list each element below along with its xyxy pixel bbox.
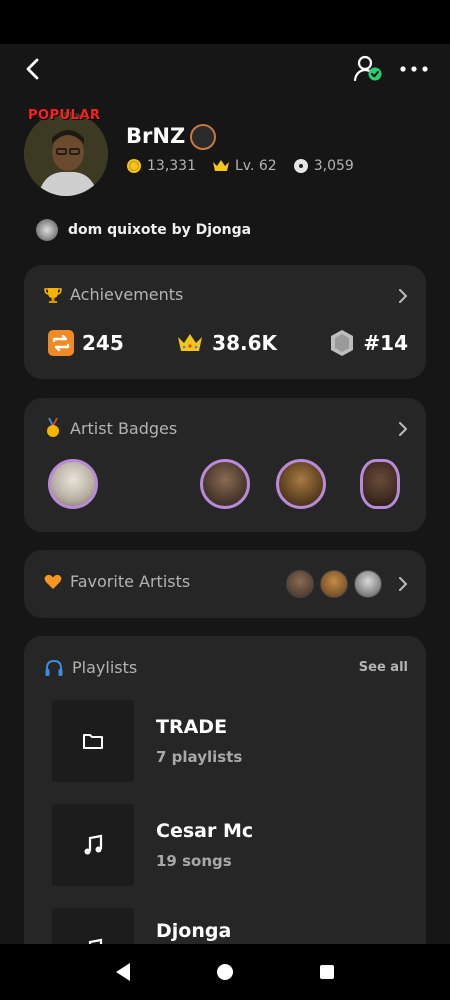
avatar-photo xyxy=(24,112,108,196)
back-button[interactable] xyxy=(18,54,48,84)
artist-avatar-icon xyxy=(190,124,216,150)
nav-back-button[interactable] xyxy=(103,952,143,992)
playlist-thumbnail xyxy=(52,804,134,886)
rank-shield-icon xyxy=(331,330,354,356)
profile-avatar-wrap[interactable] xyxy=(24,112,108,196)
popular-badge: POPULAR xyxy=(28,108,101,123)
user-check-icon xyxy=(353,55,382,82)
level-stat: Lv. 62 xyxy=(212,158,277,174)
coins-value: 13,331 xyxy=(147,158,196,174)
artist-badges-header: Artist Badges xyxy=(44,418,177,438)
artist-badges-list xyxy=(48,459,426,511)
achievements-stats: 245 38.6K #14 xyxy=(48,329,408,357)
medal-icon xyxy=(47,418,59,437)
avatar xyxy=(24,112,108,196)
crowns-value: 38.6K xyxy=(212,331,277,355)
favorite-artist-avatar[interactable] xyxy=(354,570,382,598)
nav-home-button[interactable] xyxy=(205,952,245,992)
username: BrNZ xyxy=(126,124,186,148)
chevron-right-icon[interactable] xyxy=(396,289,410,303)
profile-stats: 13,331 Lv. 62 3,059 xyxy=(126,158,354,174)
following-button[interactable] xyxy=(352,54,384,84)
achievements-header: Achievements xyxy=(44,285,183,304)
playlist-item[interactable]: Djonga xyxy=(52,908,392,944)
playlist-thumbnail xyxy=(52,700,134,782)
artist-badges-card[interactable]: Artist Badges xyxy=(24,398,426,532)
repeat-value: 245 xyxy=(82,331,124,355)
playlists-card: Playlists See all TRADE 7 playlists Cesa… xyxy=(24,636,426,944)
now-playing[interactable]: dom quixote by Djonga xyxy=(36,219,251,241)
artist-badges-title: Artist Badges xyxy=(70,418,178,438)
repeat-icon xyxy=(48,330,74,356)
crown-icon xyxy=(213,160,229,171)
artist-badge[interactable] xyxy=(360,459,400,509)
square-recents-icon xyxy=(320,965,334,979)
playlist-subtitle: 19 songs xyxy=(156,852,232,870)
top-bar xyxy=(0,44,450,92)
level-value: Lv. 62 xyxy=(235,158,277,174)
playlist-title: Djonga xyxy=(156,920,232,942)
favorite-artists-title: Favorite Artists xyxy=(70,572,191,591)
playlists-header: Playlists xyxy=(44,658,137,677)
playlist-thumbnail xyxy=(52,908,134,944)
favorite-artist-avatar[interactable] xyxy=(320,570,348,598)
disc-icon xyxy=(293,159,308,173)
now-playing-text: dom quixote by Djonga xyxy=(68,222,252,238)
chevron-left-icon xyxy=(26,58,39,80)
achievements-title: Achievements xyxy=(70,285,184,304)
system-navigation-bar xyxy=(0,944,450,1000)
profile-screen: POPULAR BrNZ 13,331 Lv. 62 3,059 dom qui… xyxy=(0,44,450,944)
artist-badge[interactable] xyxy=(200,459,250,509)
rank-value: #14 xyxy=(363,331,408,355)
favorite-artists-card[interactable]: Favorite Artists xyxy=(24,550,426,618)
coin-icon xyxy=(127,159,141,173)
more-options-button[interactable] xyxy=(398,54,430,84)
circle-home-icon xyxy=(217,964,233,980)
see-all-link[interactable]: See all xyxy=(359,660,408,675)
headphones-icon xyxy=(45,659,63,676)
music-note-icon xyxy=(84,834,103,855)
heart-icon xyxy=(44,574,62,589)
chevron-right-icon[interactable] xyxy=(396,422,410,436)
now-playing-thumbnail xyxy=(36,219,58,241)
favorite-artist-avatar[interactable] xyxy=(286,570,314,598)
playlist-item[interactable]: TRADE 7 playlists xyxy=(52,700,392,782)
artist-badge[interactable] xyxy=(276,459,326,509)
playlist-subtitle: 7 playlists xyxy=(156,748,243,766)
playlist-item[interactable]: Cesar Mc 19 songs xyxy=(52,804,392,886)
coins-stat: 13,331 xyxy=(126,158,196,174)
repeat-stat: 245 xyxy=(48,330,124,356)
crowns-stat: 38.6K xyxy=(176,331,277,355)
status-bar xyxy=(0,0,450,44)
crown-icon xyxy=(178,334,203,351)
playlist-title: Cesar Mc xyxy=(156,820,254,842)
nav-recents-button[interactable] xyxy=(307,952,347,992)
discs-stat: 3,059 xyxy=(293,158,354,174)
triangle-back-icon xyxy=(116,963,130,981)
achievements-card[interactable]: Achievements 245 38.6K #14 xyxy=(24,265,426,379)
rank-stat: #14 xyxy=(329,329,408,357)
favorite-artists-header: Favorite Artists xyxy=(44,572,190,591)
chevron-right-icon[interactable] xyxy=(396,577,410,591)
playlist-title: TRADE xyxy=(156,716,228,738)
playlists-title: Playlists xyxy=(72,658,138,677)
folder-icon xyxy=(83,734,103,749)
trophy-icon xyxy=(44,287,62,303)
artist-badge[interactable] xyxy=(48,459,98,509)
discs-value: 3,059 xyxy=(313,158,354,174)
favorite-artists-avatars xyxy=(286,570,382,598)
more-horizontal-icon xyxy=(400,66,428,72)
